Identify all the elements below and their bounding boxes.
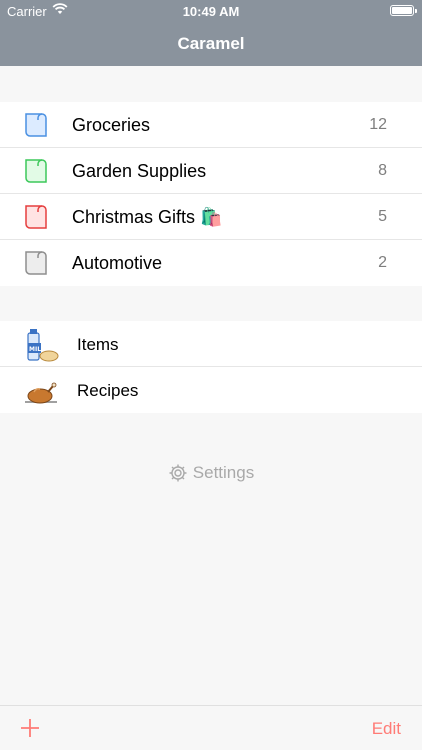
svg-text:MIL: MIL <box>29 346 41 353</box>
list-item-christmas-gifts[interactable]: Christmas Gifts 🛍️ 5 <box>0 194 422 240</box>
list-item-garden-supplies[interactable]: Garden Supplies 8 <box>0 148 422 194</box>
list-name: Garden Supplies <box>72 161 207 181</box>
status-bar: Carrier 10:49 AM <box>0 0 422 22</box>
list-count: 8 <box>378 162 387 179</box>
plus-icon[interactable] <box>20 718 40 738</box>
edit-button[interactable]: Edit <box>372 719 401 739</box>
list-document-icon <box>25 159 47 183</box>
battery-icon <box>390 5 417 16</box>
settings-label: Settings <box>192 463 255 482</box>
list-document-icon <box>25 113 47 137</box>
recipes-row[interactable]: Recipes <box>0 367 422 413</box>
shopping-lists: Groceries 12 Garden Supplies 8 Christmas… <box>0 102 422 286</box>
list-name: Automotive <box>72 253 163 273</box>
recipes-label: Recipes <box>77 381 139 400</box>
items-label: Items <box>77 335 119 354</box>
list-name: Christmas Gifts 🛍️ <box>72 207 223 227</box>
list-document-icon <box>25 251 47 275</box>
page-title: Caramel <box>177 34 245 53</box>
library-section: MIL Items Recipes <box>0 321 422 413</box>
navigation-bar: Caramel <box>0 22 422 66</box>
gear-icon <box>169 464 187 482</box>
roast-turkey-icon <box>25 382 57 404</box>
list-name: Groceries <box>72 115 151 135</box>
list-count: 12 <box>369 116 387 133</box>
list-document-icon <box>25 205 47 229</box>
list-item-groceries[interactable]: Groceries 12 <box>0 102 422 148</box>
bottom-toolbar: Edit <box>0 705 422 750</box>
clock: 10:49 AM <box>182 4 240 19</box>
milk-bread-icon: MIL <box>27 329 59 362</box>
list-count: 2 <box>378 254 387 271</box>
list-item-automotive[interactable]: Automotive 2 <box>0 240 422 286</box>
list-count: 5 <box>378 208 387 225</box>
items-row[interactable]: MIL Items <box>0 321 422 367</box>
settings-button[interactable]: Settings <box>0 461 422 485</box>
